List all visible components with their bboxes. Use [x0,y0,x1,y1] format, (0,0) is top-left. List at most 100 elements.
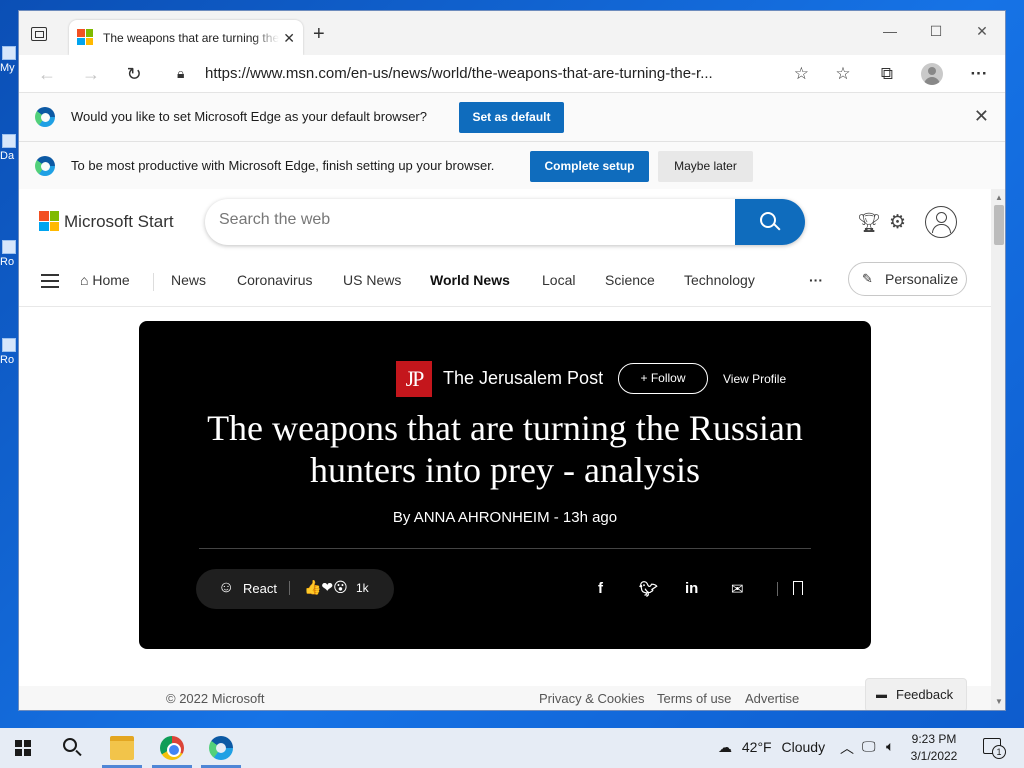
address-bar[interactable]: 🔒︎ https://www.msn.com/en-us/news/world/… [169,59,809,89]
privacy-link[interactable]: Privacy & Cookies [539,691,644,706]
email-share-icon[interactable]: ✉ [731,580,744,598]
tab-active[interactable]: The weapons that are turning the Russian… [69,20,303,55]
account-icon[interactable] [925,206,957,238]
desktop-icon-image [2,338,16,352]
maybe-later-button[interactable]: Maybe later [658,151,753,182]
nav-more-icon[interactable]: ··· [809,272,823,288]
add-favorite-icon[interactable]: ☆ [794,64,809,84]
clock-time: 9:23 PM [911,732,957,746]
weather-widget[interactable]: ☁ 42°F Cloudy [718,739,825,756]
desktop-icon[interactable]: My [0,46,18,74]
desktop-icon[interactable]: Ro [0,240,18,268]
page-scrollbar[interactable]: ▲ ▼ [991,189,1005,710]
edge-browser-window: The weapons that are turning the Russian… [18,10,1006,711]
page-footer: © 2022 Microsoft Privacy & Cookies Terms… [19,678,991,710]
default-browser-infobar: Would you like to set Microsoft Edge as … [19,93,1005,142]
nav-technology[interactable]: Technology [684,272,755,288]
file-explorer-icon[interactable] [110,736,134,760]
category-nav: ⌂ Home News Coronavirus US News World Ne… [19,257,991,307]
scroll-up-icon[interactable]: ▲ [995,193,1003,202]
maximize-icon[interactable]: ☐ [913,17,959,45]
nav-science[interactable]: Science [605,272,655,288]
brand-name[interactable]: Microsoft Start [64,212,174,232]
taskbar: ☁ 42°F Cloudy ︿ 🖵︎ 🔈︎ 9:23 PM 3/1/2022 1 [0,728,1024,768]
url-text[interactable]: https://www.msn.com/en-us/news/world/the… [205,65,765,82]
web-search-box [205,199,805,245]
tab-title: The weapons that are turning the Russian… [103,31,279,45]
windows-start-icon[interactable] [15,740,31,756]
favorites-icon[interactable]: ☆ [829,62,857,86]
facebook-share-icon[interactable]: f [598,580,603,597]
collections-icon[interactable]: ⧉ [873,62,901,86]
desktop-icon-label: Da [0,150,15,162]
taskbar-search-icon[interactable] [63,738,77,752]
show-hidden-icons-icon[interactable]: ︿ [840,738,854,758]
feedback-label: Feedback [896,687,954,702]
notification-center-icon[interactable]: 1 [983,738,1006,759]
back-icon[interactable]: ← [33,61,61,87]
edge-taskbar-icon[interactable] [209,736,233,760]
minimize-icon[interactable]: — [867,17,913,45]
view-profile-link[interactable]: View Profile [723,372,786,386]
nav-news[interactable]: News [171,272,206,288]
profile-icon[interactable] [921,63,943,85]
feedback-button[interactable]: ▬ Feedback [865,678,967,710]
desktop-icon-label: My [0,62,15,74]
chrome-icon[interactable] [160,736,184,760]
volume-icon[interactable]: 🔈︎ [886,738,894,755]
settings-gear-icon[interactable]: ⚙ [889,211,906,234]
infobar-message: Would you like to set Microsoft Edge as … [71,109,427,124]
new-tab-icon[interactable]: + [313,24,325,44]
scroll-down-icon[interactable]: ▼ [995,697,1003,706]
advertise-link[interactable]: Advertise [745,691,799,706]
nav-local[interactable]: Local [542,272,575,288]
tab-bar: The weapons that are turning the Russian… [19,11,1005,55]
article-byline: By ANNA AHRONHEIM - 13h ago [392,509,618,526]
scroll-thumb[interactable] [994,205,1004,245]
add-reaction-icon[interactable]: ☺ [218,579,234,597]
react-button[interactable]: React [243,581,277,596]
web-page: Microsoft Start 🏆︎ ⚙ ⌂ Home News Coronav… [19,189,991,710]
lock-icon[interactable]: 🔒︎ [177,65,184,82]
settings-more-icon[interactable]: ··· [965,62,993,86]
complete-setup-button[interactable]: Complete setup [530,151,649,182]
msn-header: Microsoft Start 🏆︎ ⚙ [19,189,991,257]
nav-coronavirus[interactable]: Coronavirus [237,272,312,288]
nav-world-news[interactable]: World News [430,272,510,288]
tab-actions-icon[interactable] [31,27,47,41]
close-tab-icon[interactable]: ✕ [283,30,295,47]
follow-button[interactable]: + Follow [618,363,708,394]
publisher-logo[interactable]: JP [396,361,432,397]
rewards-trophy-icon[interactable]: 🏆︎ [857,211,881,235]
nav-home[interactable]: ⌂ Home [80,272,130,288]
terms-link[interactable]: Terms of use [657,691,731,706]
publisher-name[interactable]: The Jerusalem Post [443,368,603,389]
article-headline: The weapons that are turning the Russian… [207,408,803,490]
set-as-default-button[interactable]: Set as default [459,102,564,133]
close-window-icon[interactable]: ✕ [959,17,1005,45]
desktop-icon-label: Ro [0,354,15,366]
edge-logo-icon [35,107,55,127]
close-infobar-icon[interactable]: ✕ [974,106,989,127]
nav-us-news[interactable]: US News [343,272,401,288]
reaction-emojis[interactable]: 👍❤😮 [304,579,348,596]
system-clock[interactable]: 9:23 PM 3/1/2022 [904,731,964,765]
personalize-button[interactable]: ✎ Personalize [848,262,967,296]
desktop-icon[interactable]: Ro [0,338,18,366]
pencil-icon: ✎ [862,271,873,286]
desktop-icon[interactable]: Da [0,104,18,184]
msn-favicon-icon [77,29,93,45]
bookmark-icon[interactable] [793,581,803,595]
menu-hamburger-icon[interactable] [41,274,59,288]
twitter-share-icon[interactable]: 🐦︎ [639,580,658,598]
desktop-icon-label: Ro [0,256,15,268]
address-bar-row: ← → ↻ 🔒︎ https://www.msn.com/en-us/news/… [19,55,1005,93]
weather-temperature: 42°F [741,739,772,755]
microsoft-logo-icon[interactable] [39,211,59,231]
search-button[interactable] [735,199,805,245]
forward-icon[interactable]: → [77,61,105,87]
network-icon[interactable]: 🖵︎ [862,738,876,755]
linkedin-share-icon[interactable]: in [685,580,698,597]
refresh-icon[interactable]: ↻ [120,61,148,87]
search-input[interactable] [219,211,719,229]
